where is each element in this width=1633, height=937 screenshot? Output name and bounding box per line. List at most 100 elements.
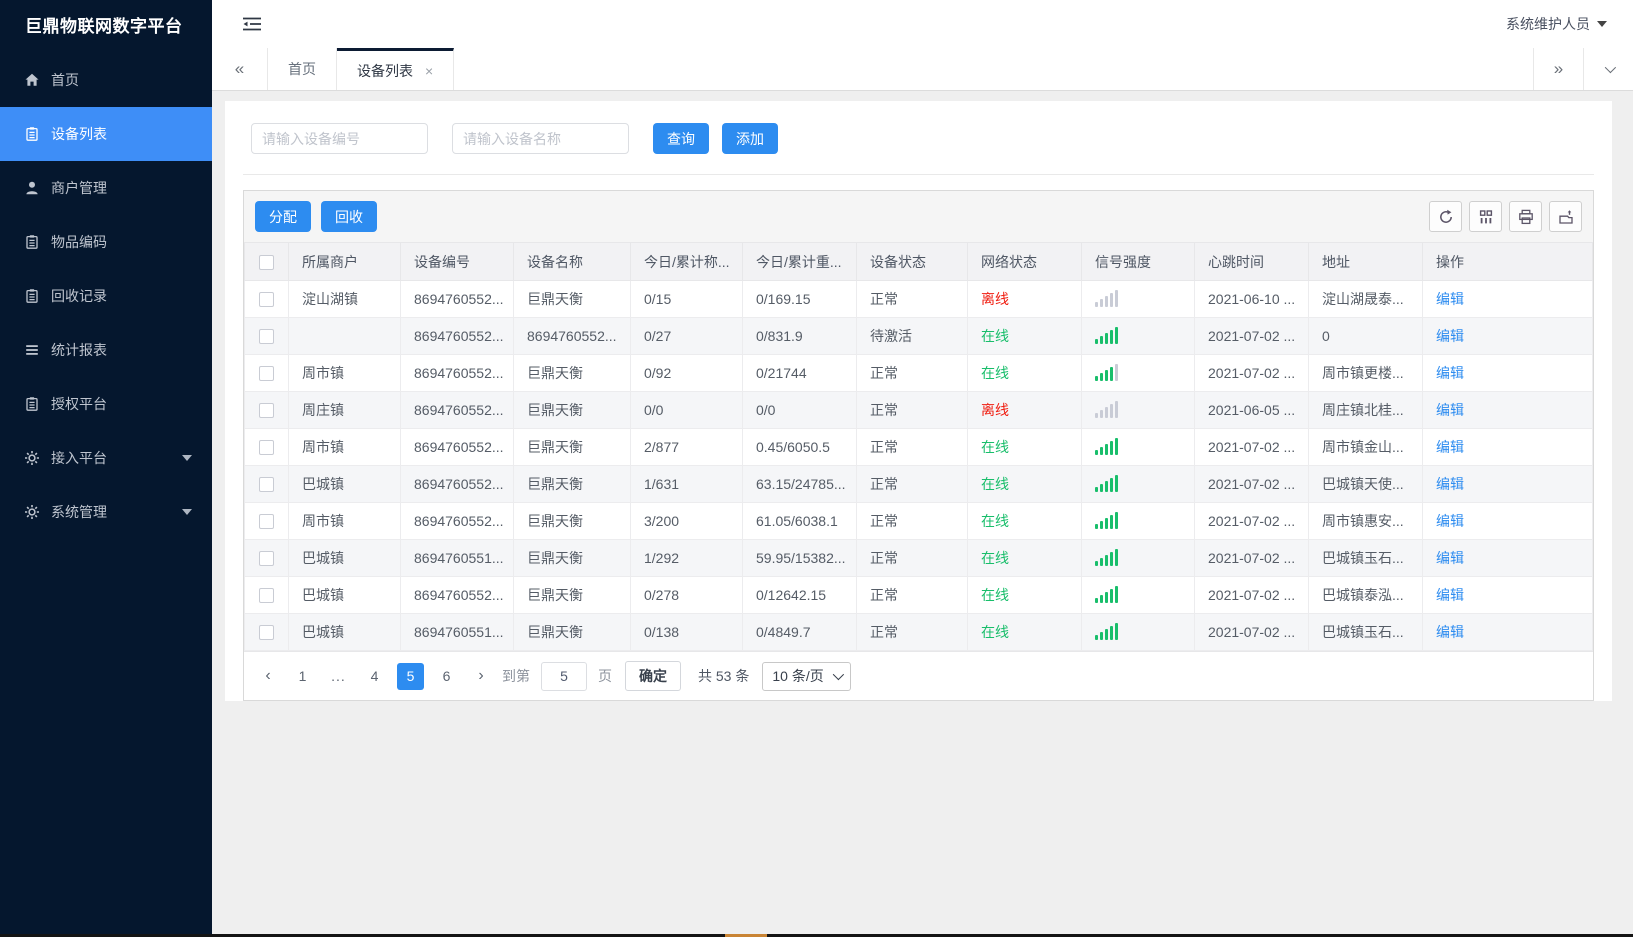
row-checkbox[interactable]	[259, 440, 274, 456]
edit-link[interactable]: 编辑	[1436, 328, 1464, 344]
cell-device-name: 巨鼎天衡	[513, 502, 631, 540]
sidebar-item-item-code[interactable]: 物品编码	[0, 215, 212, 269]
cell-device-no: 8694760552...	[400, 465, 514, 503]
edit-link[interactable]: 编辑	[1436, 513, 1464, 529]
column-header: 设备编号	[400, 242, 514, 281]
tabs-scroll-right-button[interactable]: »	[1533, 48, 1583, 90]
column-header: 信号强度	[1081, 242, 1195, 281]
row-checkbox[interactable]	[259, 366, 274, 382]
cell-network-status: 离线	[967, 391, 1082, 429]
user-menu[interactable]: 系统维护人员	[1506, 14, 1607, 34]
edit-link[interactable]: 编辑	[1436, 550, 1464, 566]
sidebar-item-recycle-record[interactable]: 回收记录	[0, 269, 212, 323]
page-number-4[interactable]: 4	[361, 663, 388, 690]
tab-device-list[interactable]: 设备列表 ×	[337, 48, 455, 90]
row-checkbox[interactable]	[259, 292, 274, 308]
refresh-icon	[1438, 209, 1454, 225]
sidebar-collapse-icon[interactable]	[242, 16, 262, 32]
row-checkbox[interactable]	[259, 588, 274, 604]
cell-device-no: 8694760552...	[400, 428, 514, 466]
cell-address: 周庄镇北桂...	[1308, 391, 1423, 429]
prev-page-button[interactable]: ‹	[256, 663, 280, 690]
device-name-input[interactable]	[452, 123, 629, 154]
cell-today-total-count: 1/292	[630, 539, 743, 577]
sidebar-item-authorize[interactable]: 授权平台	[0, 377, 212, 431]
sidebar-item-system-manage[interactable]: 系统管理	[0, 485, 212, 539]
row-checkbox[interactable]	[259, 477, 274, 493]
device-no-input[interactable]	[251, 123, 428, 154]
sidebar-item-home[interactable]: 首页	[0, 53, 212, 107]
print-button[interactable]	[1509, 201, 1542, 232]
cell-network-status: 在线	[967, 354, 1082, 392]
cell-device-no: 8694760552...	[400, 576, 514, 614]
cell-heartbeat-time: 2021-06-05 ...	[1194, 391, 1309, 429]
edit-link[interactable]: 编辑	[1436, 365, 1464, 381]
close-icon[interactable]: ×	[425, 63, 433, 79]
column-settings-button[interactable]	[1469, 201, 1502, 232]
row-checkbox[interactable]	[259, 551, 274, 567]
tabs-scroll-left-button[interactable]: «	[212, 48, 268, 90]
cell-heartbeat-time: 2021-07-02 ...	[1194, 317, 1309, 355]
signal-strength-icon	[1095, 400, 1118, 418]
edit-link[interactable]: 编辑	[1436, 439, 1464, 455]
cell-today-total-count: 0/278	[630, 576, 743, 614]
column-header: 网络状态	[967, 242, 1082, 281]
cell-device-status: 待激活	[856, 317, 968, 355]
sidebar-item-access-platform[interactable]: 接入平台	[0, 431, 212, 485]
cell-address: 巴城镇玉石...	[1308, 613, 1423, 651]
cell-address: 周市镇更楼...	[1308, 354, 1423, 392]
export-button[interactable]	[1549, 201, 1582, 232]
edit-link[interactable]: 编辑	[1436, 587, 1464, 603]
edit-link[interactable]: 编辑	[1436, 624, 1464, 640]
chevron-down-icon	[1597, 21, 1607, 27]
row-checkbox[interactable]	[259, 625, 274, 641]
table-row: 周庄镇 8694760552... 巨鼎天衡 0/0 0/0 正常 离线 202…	[244, 391, 1593, 429]
select-all-checkbox[interactable]	[259, 254, 274, 270]
page-size-select[interactable]: 10 条/页	[762, 661, 851, 691]
edit-link[interactable]: 编辑	[1436, 476, 1464, 492]
table-row: 周市镇 8694760552... 巨鼎天衡 0/92 0/21744 正常 在…	[244, 354, 1593, 392]
goto-page-input[interactable]	[541, 661, 587, 691]
edit-link[interactable]: 编辑	[1436, 291, 1464, 307]
row-checkbox[interactable]	[259, 403, 274, 419]
table-row: 巴城镇 8694760552... 巨鼎天衡 0/278 0/12642.15 …	[244, 576, 1593, 614]
edit-link[interactable]: 编辑	[1436, 402, 1464, 418]
next-page-button[interactable]: ›	[469, 663, 493, 690]
cell-device-name: 巨鼎天衡	[513, 428, 631, 466]
cell-today-total-weight: 0/4849.7	[742, 613, 857, 651]
cell-network-status: 在线	[967, 576, 1082, 614]
tab-home[interactable]: 首页	[268, 48, 337, 90]
sidebar-item-merchant[interactable]: 商户管理	[0, 161, 212, 215]
cell-merchant: 周市镇	[288, 354, 401, 392]
sidebar-item-device-list[interactable]: 设备列表	[0, 107, 212, 161]
cell-today-total-weight: 0/0	[742, 391, 857, 429]
query-button[interactable]: 查询	[653, 123, 709, 154]
cell-heartbeat-time: 2021-07-02 ...	[1194, 576, 1309, 614]
assign-button[interactable]: 分配	[255, 201, 311, 232]
refresh-button[interactable]	[1429, 201, 1462, 232]
cell-today-total-weight: 59.95/15382...	[742, 539, 857, 577]
column-header: 设备状态	[856, 242, 968, 281]
cell-device-no: 8694760552...	[400, 354, 514, 392]
row-checkbox[interactable]	[259, 329, 274, 345]
column-header: 设备名称	[513, 242, 631, 281]
recycle-button[interactable]: 回收	[321, 201, 377, 232]
row-checkbox[interactable]	[259, 514, 274, 530]
add-button[interactable]: 添加	[722, 123, 778, 154]
cell-device-no: 8694760551...	[400, 539, 514, 577]
column-header: 今日/累计重...	[742, 242, 857, 281]
tabs-options-button[interactable]	[1583, 48, 1633, 90]
signal-strength-icon	[1095, 289, 1118, 307]
cell-device-name: 巨鼎天衡	[513, 354, 631, 392]
cell-device-name: 巨鼎天衡	[513, 465, 631, 503]
signal-strength-icon	[1095, 363, 1118, 381]
confirm-goto-button[interactable]: 确定	[625, 661, 681, 691]
page-number-5[interactable]: 5	[397, 662, 424, 690]
cell-merchant: 巴城镇	[288, 576, 401, 614]
cell-today-total-weight: 0/169.15	[742, 280, 857, 318]
sidebar-item-report[interactable]: 统计报表	[0, 323, 212, 377]
cell-device-status: 正常	[856, 502, 968, 540]
page-number-6[interactable]: 6	[433, 663, 460, 690]
page-number-1[interactable]: 1	[289, 663, 316, 690]
cell-today-total-weight: 0/831.9	[742, 317, 857, 355]
